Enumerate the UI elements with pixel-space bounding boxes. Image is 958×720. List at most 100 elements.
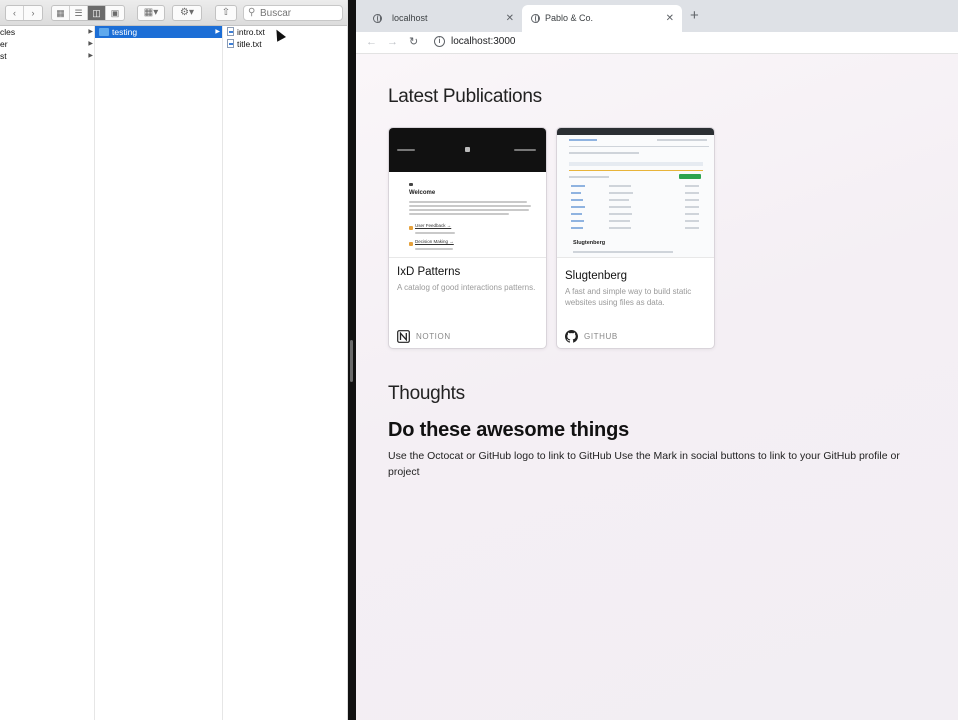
item-label: testing bbox=[112, 27, 138, 37]
thumb-line bbox=[609, 199, 629, 201]
thumb-header bbox=[389, 128, 546, 172]
thumb-line bbox=[409, 209, 529, 211]
tab-title: localhost bbox=[392, 13, 428, 23]
thumb-line bbox=[685, 192, 699, 194]
thumb-line bbox=[415, 248, 453, 250]
web-page: Latest Publications Welcome User Feedbac… bbox=[356, 54, 958, 720]
thumb-line bbox=[609, 213, 632, 215]
finder-toolbar: ‹ › ▦ ☰ ◫ ▣ ▦▾ ⚙▾ ⇧ ⚲ bbox=[0, 0, 347, 26]
column-view-icon[interactable]: ◫ bbox=[88, 6, 106, 20]
thumb-line bbox=[569, 176, 609, 178]
close-icon[interactable]: ✕ bbox=[506, 5, 514, 32]
close-icon[interactable]: ✕ bbox=[666, 5, 674, 32]
card-title: Slugtenberg bbox=[565, 270, 628, 282]
thumb-button bbox=[679, 174, 701, 179]
gallery-view-icon[interactable]: ▣ bbox=[106, 6, 124, 20]
item-label: st bbox=[0, 51, 7, 61]
globe-icon bbox=[373, 14, 382, 23]
info-icon[interactable]: i bbox=[434, 36, 445, 47]
address-bar: ← → ↻ i localhost:3000 bbox=[356, 32, 958, 54]
thumb-link: Decision Making → bbox=[415, 239, 454, 244]
url-field[interactable]: localhost:3000 bbox=[451, 35, 516, 49]
chevron-right-icon[interactable]: › bbox=[24, 6, 42, 20]
tab-title: Pablo & Co. bbox=[545, 13, 594, 23]
nav-buttons: ‹ › bbox=[5, 5, 43, 21]
thumb-body: Welcome User Feedback → Decision Making … bbox=[389, 172, 546, 257]
thumb-heading: Slugtenberg bbox=[573, 240, 606, 246]
card-thumbnail: Slugtenberg bbox=[557, 128, 714, 258]
back-icon[interactable]: ← bbox=[366, 35, 377, 49]
publication-card[interactable]: Slugtenberg Slugtenberg A fast and simpl… bbox=[556, 127, 715, 349]
finder-window: ‹ › ▦ ☰ ◫ ▣ ▦▾ ⚙▾ ⇧ ⚲ cles ▶ er ▶ st ▶ bbox=[0, 0, 348, 720]
list-item[interactable]: st ▶ bbox=[0, 50, 95, 62]
list-item-testing[interactable]: testing ▶ bbox=[95, 26, 222, 38]
thumb-line bbox=[657, 139, 707, 141]
thumb-line bbox=[609, 185, 631, 187]
thumb-line bbox=[571, 206, 585, 208]
thumb-header bbox=[557, 128, 714, 135]
thumb-line bbox=[685, 199, 699, 201]
thumb-line bbox=[685, 185, 699, 187]
thumb-line bbox=[571, 220, 584, 222]
thumb-line bbox=[409, 213, 509, 215]
group-icon[interactable]: ▦▾ bbox=[137, 5, 165, 21]
share-icon[interactable]: ⇧ bbox=[215, 5, 237, 21]
finder-column-3: intro.txt title.txt bbox=[223, 26, 347, 720]
thumb-line bbox=[569, 162, 703, 166]
finder-search[interactable]: ⚲ bbox=[243, 5, 343, 21]
publication-card[interactable]: Welcome User Feedback → Decision Making … bbox=[388, 127, 547, 349]
chevron-left-icon[interactable]: ‹ bbox=[6, 6, 24, 20]
thumb-line bbox=[569, 146, 709, 147]
thumb-bullet bbox=[409, 226, 413, 230]
thoughts-heading: Thoughts bbox=[388, 383, 465, 404]
thumb-line bbox=[609, 220, 630, 222]
thumb-line bbox=[571, 227, 583, 229]
gear-icon[interactable]: ⚙▾ bbox=[172, 5, 202, 21]
list-item[interactable]: cles ▶ bbox=[0, 26, 95, 38]
search-icon: ⚲ bbox=[248, 7, 256, 18]
thumb-line bbox=[409, 201, 527, 203]
forward-icon[interactable]: → bbox=[387, 35, 398, 49]
icon-view-icon[interactable]: ▦ bbox=[52, 6, 70, 20]
thumb-line bbox=[571, 213, 582, 215]
text-file-icon bbox=[227, 27, 234, 36]
thumb-welcome: Welcome bbox=[409, 190, 436, 196]
globe-icon bbox=[531, 14, 540, 23]
thumb-line bbox=[609, 192, 633, 194]
item-label: title.txt bbox=[237, 39, 262, 49]
thumb-line bbox=[609, 227, 631, 229]
reload-icon[interactable]: ↻ bbox=[409, 35, 418, 49]
thumb-line bbox=[571, 192, 581, 194]
thumb-link: User Feedback → bbox=[415, 223, 452, 228]
item-label: intro.txt bbox=[237, 27, 265, 37]
card-description: A catalog of good interactions patterns. bbox=[397, 283, 536, 292]
browser-window: localhost ✕ Pablo & Co. ✕ + ← → ↻ i loca… bbox=[356, 0, 958, 720]
chevron-right-icon: ▶ bbox=[215, 29, 220, 35]
thumb-line bbox=[569, 170, 703, 171]
chevron-right-icon: ▶ bbox=[88, 41, 93, 47]
thumb-line bbox=[514, 149, 536, 151]
thumb-mark bbox=[465, 147, 470, 152]
notion-logo-icon bbox=[397, 330, 410, 343]
tab-localhost[interactable]: localhost ✕ bbox=[362, 5, 522, 32]
list-view-icon[interactable]: ☰ bbox=[70, 6, 88, 20]
list-item-title[interactable]: title.txt bbox=[223, 38, 343, 50]
search-input[interactable] bbox=[260, 7, 340, 19]
finder-column-1: cles ▶ er ▶ st ▶ bbox=[0, 26, 95, 720]
thumb-line bbox=[569, 139, 597, 141]
plus-icon[interactable]: + bbox=[690, 8, 699, 24]
thought-text: Use the Octocat or GitHub logo to link t… bbox=[388, 450, 900, 478]
tab-pablo-co[interactable]: Pablo & Co. ✕ bbox=[522, 5, 682, 32]
thumb-line bbox=[685, 227, 699, 229]
source-label: GITHUB bbox=[584, 332, 618, 341]
thumb-line bbox=[397, 149, 415, 151]
chevron-right-icon: ▶ bbox=[88, 29, 93, 35]
split-handle[interactable] bbox=[350, 340, 353, 382]
thumb-line bbox=[685, 213, 699, 215]
thumb-line bbox=[569, 152, 639, 154]
finder-column-2: testing ▶ bbox=[95, 26, 223, 720]
card-description: A fast and simple way to build static we… bbox=[565, 287, 692, 307]
chevron-right-icon: ▶ bbox=[88, 53, 93, 59]
list-item[interactable]: er ▶ bbox=[0, 38, 95, 50]
tab-strip: localhost ✕ Pablo & Co. ✕ + bbox=[356, 0, 958, 32]
